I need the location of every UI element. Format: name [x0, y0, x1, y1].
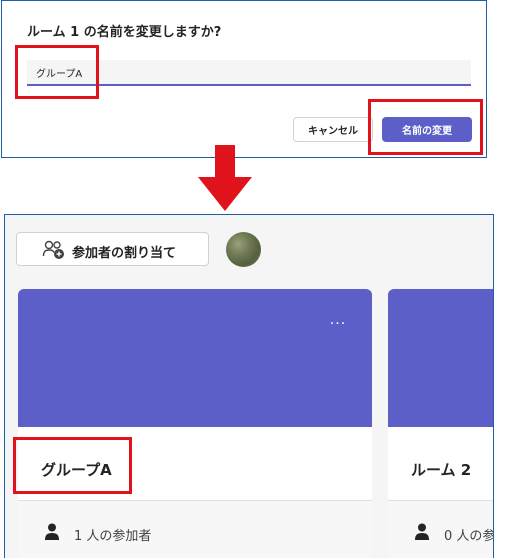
- participant-count: 1 人の参加者: [74, 529, 152, 544]
- room-title: ルーム 2: [411, 461, 472, 479]
- breakout-rooms-panel: 参加者の割り当て ··· グループA 1 人の参加者 ルーム 2 0 人の参加者: [4, 214, 494, 558]
- person-icon: [415, 523, 429, 540]
- participant-count: 0 人の参加者: [444, 529, 493, 544]
- assign-participants-label: 参加者の割り当て: [72, 246, 177, 261]
- room-card-footer: [18, 501, 372, 558]
- room-card-banner: [388, 289, 493, 427]
- room-card[interactable]: ··· グループA 1 人の参加者: [18, 289, 372, 558]
- cancel-button[interactable]: キャンセル: [293, 117, 373, 142]
- add-participant-icon: [42, 240, 64, 259]
- rename-button[interactable]: 名前の変更: [382, 117, 472, 142]
- room-card[interactable]: ルーム 2 0 人の参加者: [388, 289, 493, 558]
- assign-participants-button[interactable]: 参加者の割り当て: [16, 232, 209, 266]
- room-name-input[interactable]: [27, 60, 471, 86]
- room-title: グループA: [41, 461, 112, 479]
- person-icon: [45, 523, 59, 540]
- dialog-title: ルーム 1 の名前を変更しますか?: [27, 25, 222, 40]
- room-card-banner: ···: [18, 289, 372, 427]
- rename-room-dialog: ルーム 1 の名前を変更しますか? キャンセル 名前の変更: [1, 0, 487, 158]
- more-options-icon[interactable]: ···: [328, 317, 348, 333]
- down-arrow-icon: [198, 145, 252, 211]
- avatar[interactable]: [226, 232, 261, 267]
